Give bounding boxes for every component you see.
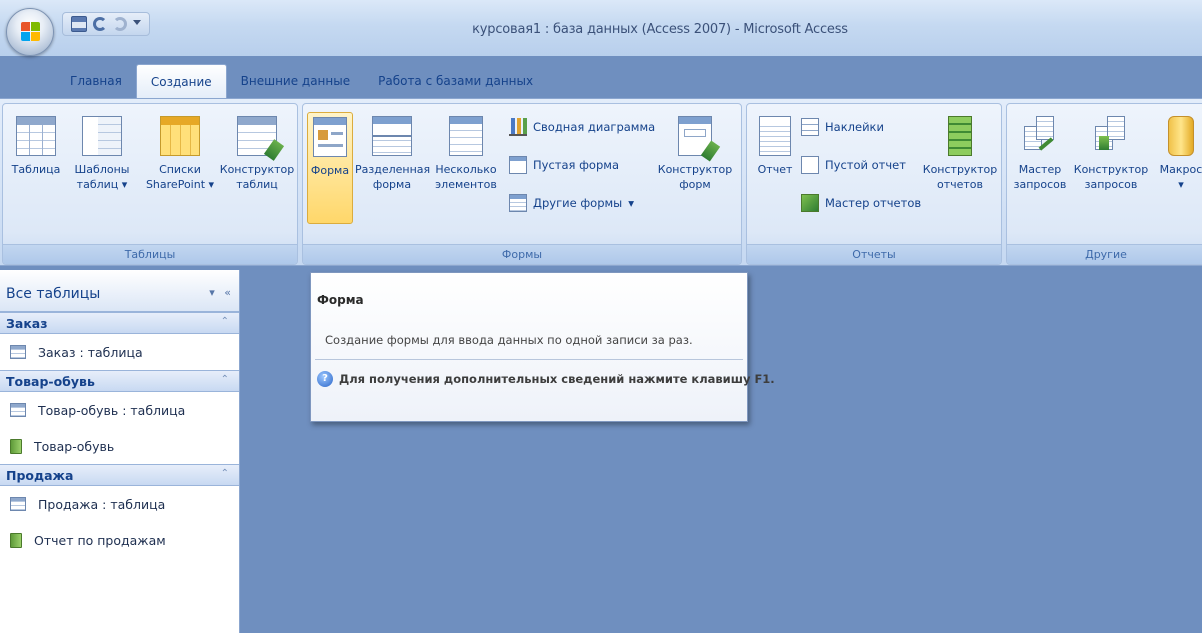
reports-group: Отчет Наклейки Пустой отчет Мастер отчет…	[746, 103, 1002, 265]
labels-button[interactable]: Наклейки	[801, 116, 884, 138]
navigation-pane: Все таблицы ▾ « Заказ ⌃ Заказ : таблица …	[0, 270, 240, 633]
other-group-label: Другие	[1007, 244, 1202, 264]
pivot-chart-icon	[509, 118, 527, 136]
tab-external-data[interactable]: Внешние данные	[227, 64, 364, 98]
macro-button[interactable]: Макрос ▾	[1153, 112, 1202, 192]
tables-group: Таблица Шаблоны таблиц ▾ Списки SharePoi…	[2, 103, 298, 265]
tables-group-label: Таблицы	[3, 244, 297, 264]
form-designer-button[interactable]: Конструктор форм	[653, 112, 737, 192]
tooltip-divider	[315, 359, 743, 360]
tooltip-description: Создание формы для ввода данных по одной…	[325, 333, 693, 347]
blank-form-button[interactable]: Пустая форма	[509, 154, 619, 176]
split-form-icon	[372, 116, 412, 156]
ribbon: Таблица Шаблоны таблиц ▾ Списки SharePoi…	[0, 98, 1202, 266]
help-icon: ?	[317, 371, 333, 387]
table-button[interactable]: Таблица	[5, 112, 67, 177]
query-designer-icon	[1095, 116, 1127, 156]
multiple-items-icon	[449, 116, 483, 156]
report-designer-icon	[948, 116, 972, 156]
tooltip-help: ? Для получения дополнительных сведений …	[317, 371, 775, 387]
table-icon	[16, 116, 56, 156]
forms-group-label: Формы	[303, 244, 741, 264]
other-group: Мастер запросов Конструктор запросов Мак…	[1006, 103, 1202, 265]
collapse-group-icon[interactable]: ⌃	[221, 316, 229, 327]
query-designer-button[interactable]: Конструктор запросов	[1071, 112, 1151, 192]
collapse-group-icon[interactable]: ⌃	[221, 468, 229, 479]
collapse-pane-icon[interactable]: «	[224, 286, 231, 299]
report-wizard-button[interactable]: Мастер отчетов	[801, 192, 921, 214]
form-button[interactable]: Форма	[307, 112, 353, 224]
nav-header[interactable]: Все таблицы ▾ «	[0, 270, 239, 312]
tab-home[interactable]: Главная	[56, 64, 136, 98]
other-forms-button[interactable]: Другие формы ▾	[509, 192, 634, 214]
report-wizard-icon	[801, 194, 819, 212]
tooltip-title: Форма	[317, 293, 364, 307]
list-item[interactable]: Продажа : таблица	[0, 486, 239, 522]
collapse-group-icon[interactable]: ⌃	[221, 374, 229, 385]
table-templates-button[interactable]: Шаблоны таблиц ▾	[65, 112, 139, 192]
report-designer-button[interactable]: Конструктор отчетов	[921, 112, 999, 192]
list-item[interactable]: Заказ : таблица	[0, 334, 239, 370]
split-form-button[interactable]: Разделенная форма	[355, 112, 430, 192]
report-icon	[10, 532, 22, 548]
blank-report-button[interactable]: Пустой отчет	[801, 154, 906, 176]
forms-group: Форма Разделенная форма Несколько элемен…	[302, 103, 742, 265]
table-designer-icon	[237, 116, 285, 161]
table-icon	[10, 345, 26, 359]
sharepoint-lists-icon	[160, 116, 200, 156]
table-templates-icon	[82, 116, 122, 156]
list-item[interactable]: Товар-обувь	[0, 428, 239, 464]
other-forms-icon	[509, 194, 527, 212]
nav-group-sales[interactable]: Продажа ⌃	[0, 464, 239, 486]
table-icon	[10, 403, 26, 417]
report-button[interactable]: Отчет	[749, 112, 801, 177]
table-designer-button[interactable]: Конструктор таблиц	[219, 112, 295, 192]
nav-header-title: Все таблицы	[6, 286, 101, 302]
tab-create[interactable]: Создание	[135, 64, 227, 98]
labels-icon	[801, 118, 819, 136]
macro-icon	[1168, 116, 1194, 156]
form-icon	[313, 117, 347, 157]
report-icon	[10, 438, 22, 454]
list-item[interactable]: Товар-обувь : таблица	[0, 392, 239, 428]
nav-group-shoes[interactable]: Товар-обувь ⌃	[0, 370, 239, 392]
title-bar: курсовая1 : база данных (Access 2007) - …	[0, 0, 1202, 56]
list-item[interactable]: Отчет по продажам	[0, 522, 239, 558]
form-designer-icon	[678, 116, 721, 162]
query-wizard-icon	[1024, 116, 1056, 156]
form-tooltip: Форма Создание формы для ввода данных по…	[310, 272, 775, 422]
tab-database-tools[interactable]: Работа с базами данных	[364, 64, 547, 98]
nav-menu-chevron-icon[interactable]: ▾	[209, 286, 215, 299]
ribbon-tabs: Главная Создание Внешние данные Работа с…	[0, 56, 1202, 98]
report-icon	[759, 116, 791, 156]
sharepoint-lists-button[interactable]: Списки SharePoint ▾	[137, 112, 223, 192]
multiple-items-button[interactable]: Несколько элементов	[429, 112, 503, 192]
table-icon	[10, 497, 26, 511]
query-wizard-button[interactable]: Мастер запросов	[1011, 112, 1069, 192]
reports-group-label: Отчеты	[747, 244, 1001, 264]
nav-group-order[interactable]: Заказ ⌃	[0, 312, 239, 334]
blank-report-icon	[801, 156, 819, 174]
pivot-chart-button[interactable]: Сводная диаграмма	[509, 116, 655, 138]
blank-form-icon	[509, 156, 527, 174]
window-title: курсовая1 : база данных (Access 2007) - …	[472, 22, 848, 37]
